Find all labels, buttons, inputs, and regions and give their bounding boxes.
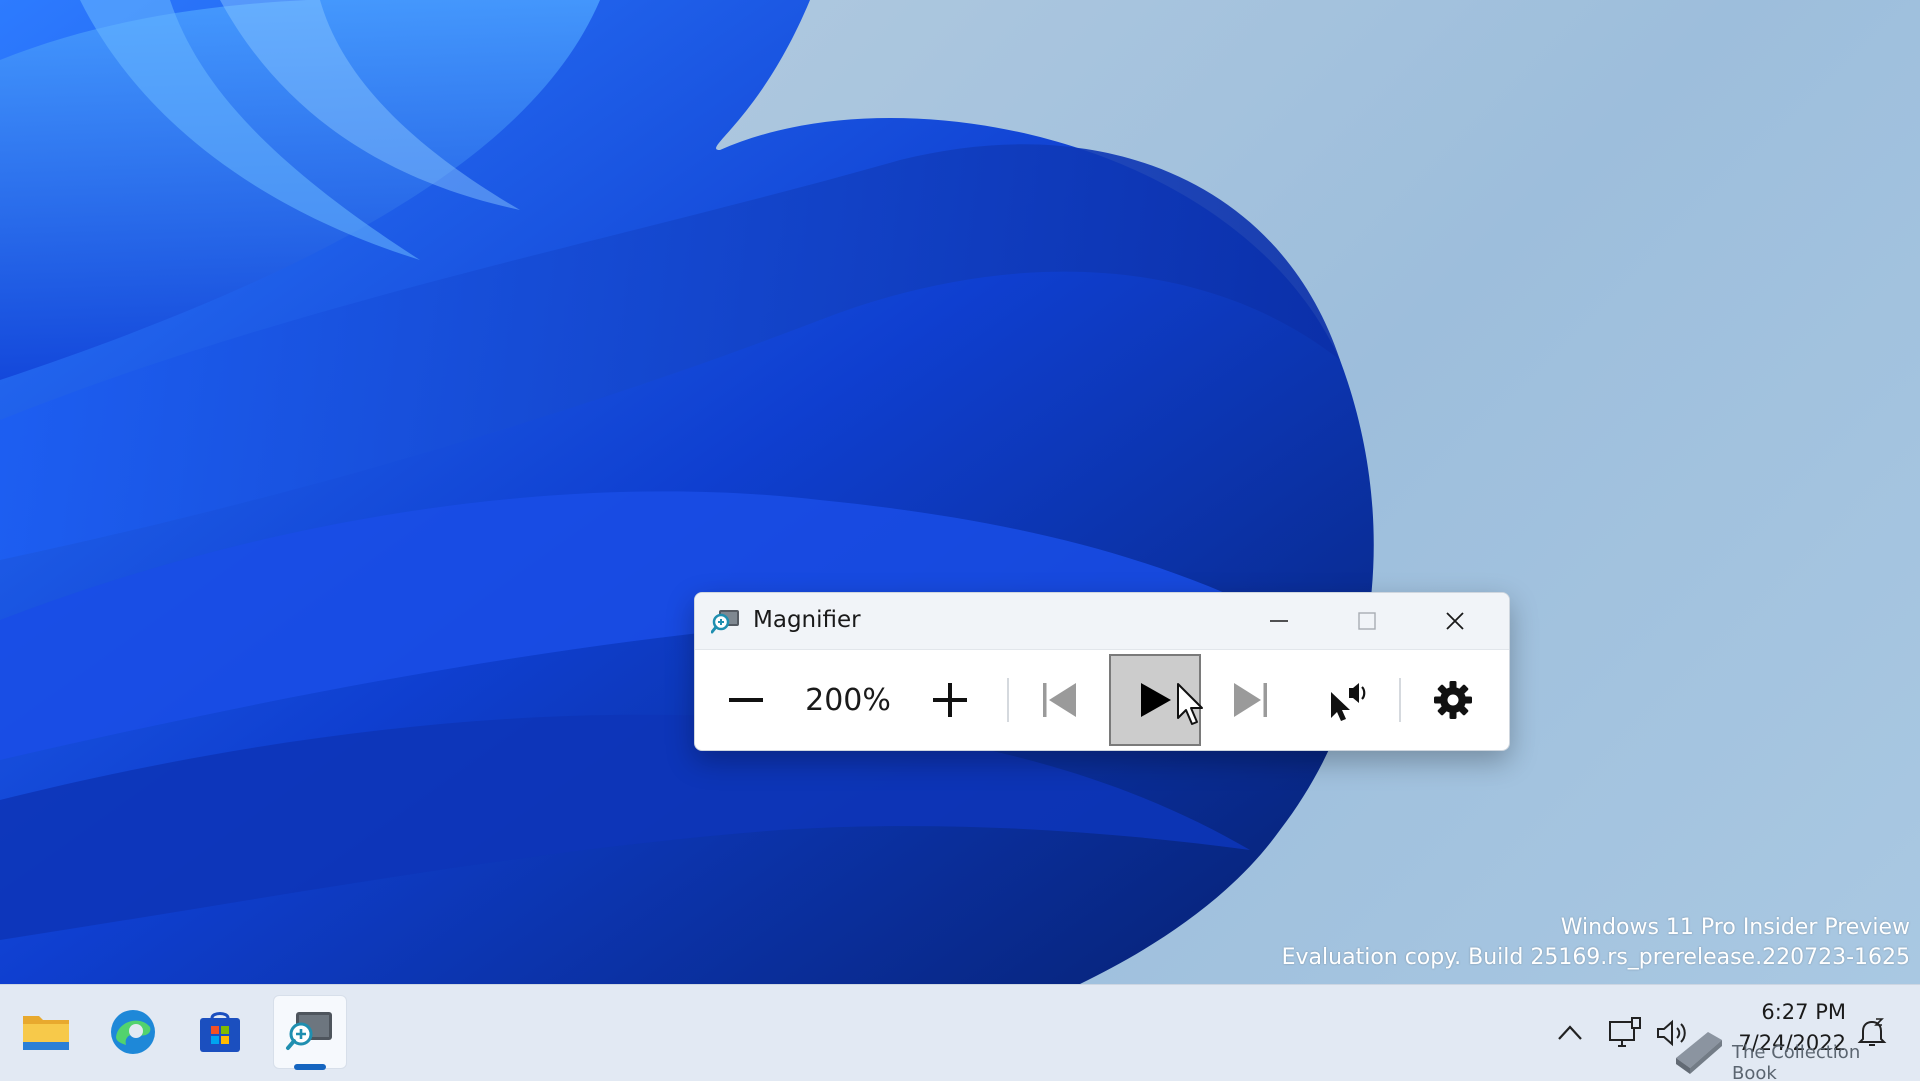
taskbar-magnifier[interactable] xyxy=(273,995,347,1069)
collection-book-text: The Collection Book xyxy=(1732,1042,1861,1084)
zoom-level-value: 200% xyxy=(805,682,891,718)
skip-next-icon xyxy=(1234,683,1267,717)
close-button[interactable] xyxy=(1411,593,1499,649)
taskbar-store[interactable] xyxy=(183,995,257,1069)
network-icon xyxy=(1609,1017,1641,1047)
maximize-icon xyxy=(1358,612,1376,630)
network-button[interactable] xyxy=(1602,985,1648,1081)
settings-button[interactable] xyxy=(1407,650,1499,750)
magnifier-icon xyxy=(286,1012,332,1050)
magnifier-titlebar[interactable]: Magnifier xyxy=(695,593,1509,650)
toolbar-separator xyxy=(1007,678,1009,722)
minimize-icon xyxy=(1270,620,1288,622)
window-title: Magnifier xyxy=(753,607,861,633)
store-icon xyxy=(200,1012,240,1052)
collection-book-watermark: The Collection Book xyxy=(1668,1022,1908,1084)
read-from-here-button[interactable] xyxy=(1301,650,1393,750)
mouse-cursor-icon xyxy=(1177,683,1203,725)
taskbar-file-explorer[interactable] xyxy=(9,995,83,1069)
toolbar-separator xyxy=(1399,678,1401,722)
maximize-button[interactable] xyxy=(1323,593,1411,649)
zoom-in-button[interactable] xyxy=(904,650,996,750)
taskbar-edge[interactable] xyxy=(96,995,170,1069)
wallpaper-bloom xyxy=(0,0,1374,984)
previous-sentence-button[interactable] xyxy=(1014,650,1106,750)
desktop: Windows 11 Pro Insider Preview Evaluatio… xyxy=(0,0,1920,984)
book-icon xyxy=(1676,1032,1722,1074)
windows-watermark: Windows 11 Pro Insider Preview Evaluatio… xyxy=(1282,913,1910,973)
watermark-line1: Windows 11 Pro Insider Preview xyxy=(1560,915,1910,940)
show-hidden-icons-button[interactable] xyxy=(1548,985,1592,1081)
edge-icon xyxy=(111,1010,155,1054)
file-explorer-icon xyxy=(23,1016,69,1050)
next-sentence-button[interactable] xyxy=(1204,650,1296,750)
minimize-button[interactable] xyxy=(1235,593,1323,649)
play-icon xyxy=(1141,683,1171,717)
magnifier-app-icon xyxy=(711,610,739,634)
minus-icon xyxy=(729,698,763,702)
taskbar: 6:27 PM 7/24/2022 xyxy=(0,984,1920,1081)
magnifier-window: Magnifier 200% xyxy=(694,592,1510,751)
magnifier-toolbar: 200% xyxy=(695,650,1509,750)
plus-icon xyxy=(933,683,967,717)
skip-previous-icon xyxy=(1043,683,1076,717)
chevron-up-icon xyxy=(1558,1025,1582,1040)
zoom-out-button[interactable] xyxy=(700,650,792,750)
gear-icon xyxy=(1434,681,1472,719)
close-icon xyxy=(1446,612,1464,630)
pointer-speaker-icon xyxy=(1331,683,1366,721)
active-app-indicator xyxy=(294,1064,326,1070)
watermark-line2: Evaluation copy. Build 25169.rs_prerelea… xyxy=(1281,945,1910,970)
